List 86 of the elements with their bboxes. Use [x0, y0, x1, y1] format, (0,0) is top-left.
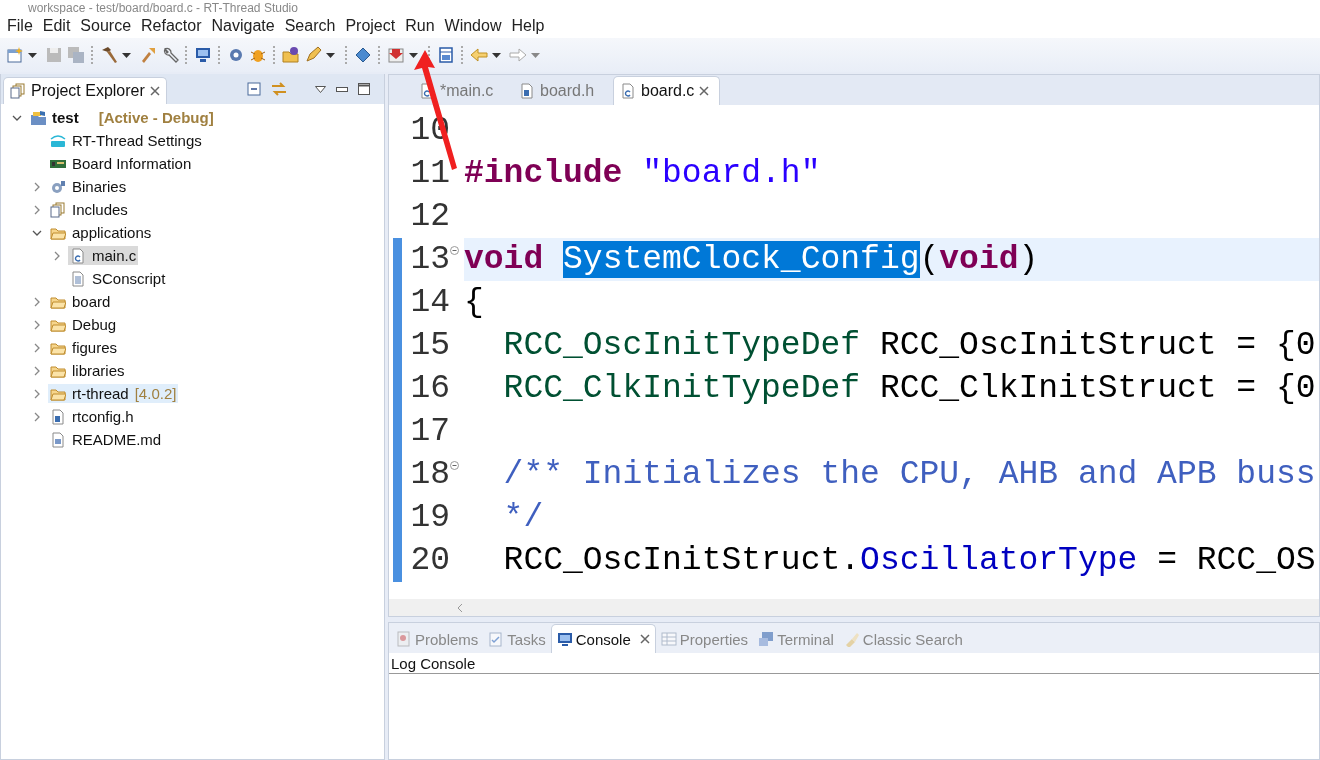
- horizontal-scrollbar[interactable]: [389, 599, 1319, 616]
- editor-tab[interactable]: board.c: [613, 76, 721, 105]
- line-number: 19: [409, 499, 450, 536]
- terminal-icon: [758, 631, 775, 647]
- code-line: RCC_OscInitStruct.OscillatorType = RCC_OS: [502, 541, 1317, 581]
- menu-item[interactable]: Edit: [37, 17, 76, 35]
- editor-tab[interactable]: board.h: [513, 77, 609, 105]
- line-number: 12: [409, 198, 450, 235]
- code-line: RCC_OscInitTypeDef RCC_OscInitStruct = {0: [502, 326, 1317, 366]
- menu-item[interactable]: Refactor: [136, 17, 207, 35]
- code-line: RCC_ClkInitTypeDef RCC_ClkInitStruct = {0: [502, 369, 1317, 409]
- folder-files-icon: [10, 83, 26, 99]
- line-number: 14: [409, 284, 450, 321]
- problems-icon: [396, 631, 412, 647]
- tree-item[interactable]: rtconfig.h: [48, 407, 136, 426]
- tree-item[interactable]: rt-thread [4.0.2]: [48, 384, 179, 403]
- monitor-icon[interactable]: [194, 46, 212, 64]
- tree-item[interactable]: figures: [48, 338, 120, 357]
- c-file-icon: [620, 83, 636, 99]
- clipboard-check-icon: [488, 631, 505, 647]
- code-line: #include "board.h": [464, 154, 822, 194]
- tree-item[interactable]: SConscript: [68, 269, 168, 288]
- line-number: 13: [409, 241, 450, 278]
- scroll-left-icon: [457, 602, 463, 613]
- project-folder-icon: [30, 109, 46, 126]
- tree-item[interactable]: applications: [48, 223, 154, 242]
- dropdown-caret-icon: [122, 52, 131, 58]
- line-number: 20: [409, 542, 450, 579]
- close-icon: [699, 86, 710, 96]
- maximize-icon[interactable]: [358, 83, 370, 95]
- table-icon: [660, 631, 677, 647]
- dropdown-caret-icon: [28, 52, 37, 58]
- tree-item[interactable]: libraries: [48, 361, 127, 380]
- dropdown-caret-icon: [409, 52, 418, 58]
- menu-item[interactable]: Navigate: [206, 17, 280, 35]
- menu-item[interactable]: Source: [75, 17, 137, 35]
- close-icon: [639, 634, 650, 644]
- dropdown-caret-icon: [492, 52, 501, 58]
- monitor-icon: [556, 631, 573, 647]
- window-icon[interactable]: [437, 46, 455, 64]
- close-icon: [149, 86, 160, 96]
- line-number: 11: [409, 155, 450, 192]
- menu-item[interactable]: Run: [400, 17, 440, 35]
- menu-item[interactable]: Window: [439, 17, 507, 35]
- line-number: 17: [409, 413, 450, 450]
- h-file-icon: [519, 83, 535, 99]
- code-line: */: [502, 498, 545, 538]
- tree-item[interactable]: board: [48, 292, 113, 311]
- code-line: {: [464, 283, 485, 323]
- folder-globe-icon[interactable]: [282, 46, 300, 64]
- menu-item[interactable]: File: [2, 17, 38, 35]
- new-file-icon[interactable]: [6, 46, 24, 64]
- panel-tab[interactable]: Console: [550, 624, 656, 653]
- tree-item[interactable]: main.c: [68, 246, 139, 265]
- rt-logo-icon: [50, 132, 66, 149]
- h-file-icon: [50, 408, 66, 425]
- minimize-icon[interactable]: [336, 86, 348, 92]
- menu-item[interactable]: Project: [340, 17, 401, 35]
- dropdown-caret-icon: [531, 52, 540, 58]
- view-menu-icon[interactable]: [315, 85, 326, 93]
- download-icon[interactable]: [387, 46, 405, 64]
- menu-item[interactable]: Help: [506, 17, 550, 35]
- tree-item[interactable]: Binaries: [48, 177, 129, 196]
- line-number: 18: [409, 456, 450, 493]
- wrench-icon[interactable]: [161, 46, 179, 64]
- project-explorer-tab[interactable]: Project Explorer: [3, 77, 167, 104]
- collapse-all-icon[interactable]: [247, 82, 261, 96]
- menu-item[interactable]: Search: [279, 17, 341, 35]
- window-title: workspace - test/board/board.c - RT-Thread Studio: [28, 2, 298, 14]
- text-file-icon: [70, 270, 86, 287]
- tree-item[interactable]: Debug: [48, 315, 119, 334]
- header-files-icon: [50, 201, 66, 218]
- tree-item[interactable]: README.md: [48, 430, 164, 449]
- line-number: 16: [409, 370, 450, 407]
- dropdown-caret-icon: [326, 52, 335, 58]
- tree-item[interactable]: Includes: [48, 200, 130, 219]
- console-title: Log Console: [391, 655, 476, 672]
- c-file-icon: [70, 247, 86, 264]
- tree-item[interactable]: RT-Thread Settings: [48, 131, 204, 150]
- hammer-icon[interactable]: [100, 46, 118, 64]
- code-line: /** Initializes the CPU, AHB and APB buss: [502, 455, 1317, 495]
- pen-icon[interactable]: [304, 46, 322, 64]
- document-icon: [50, 431, 66, 448]
- tree-item[interactable]: test [Active - Debug]: [28, 108, 216, 127]
- line-number: 15: [409, 327, 450, 364]
- tree-item[interactable]: Board Information: [48, 154, 194, 173]
